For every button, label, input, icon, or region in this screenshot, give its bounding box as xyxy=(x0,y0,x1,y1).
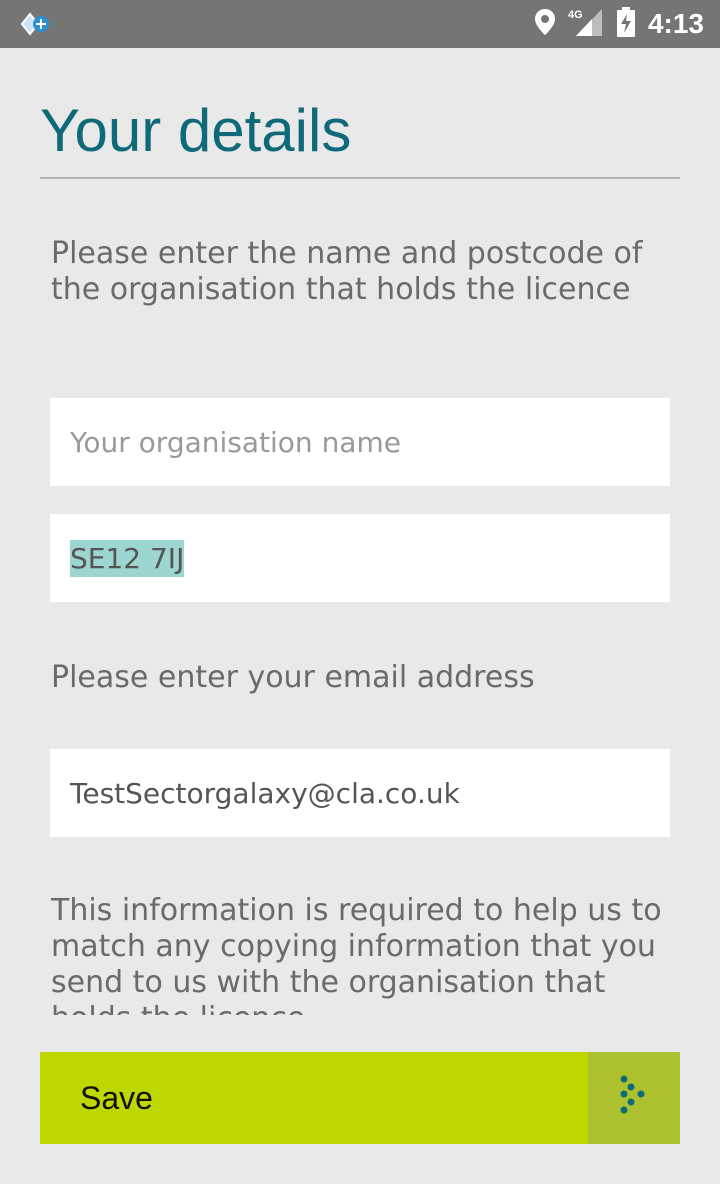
save-button[interactable]: Save xyxy=(40,1052,680,1144)
email-input[interactable]: TestSectorgalaxy@cla.co.uk xyxy=(50,749,670,837)
title-divider xyxy=(40,177,680,179)
app-icon xyxy=(16,10,56,38)
organisation-name-input[interactable] xyxy=(50,398,670,486)
page-title: Your details xyxy=(40,97,352,164)
postcode-selected-text: SE12 7IJ xyxy=(70,539,185,577)
email-instruction: Please enter your email address xyxy=(51,660,535,695)
info-text-container: This information is required to help us … xyxy=(51,893,671,1015)
dotted-arrow-icon xyxy=(616,1072,652,1124)
status-bar: 4G 4:13 xyxy=(0,0,720,48)
save-arrow-container[interactable] xyxy=(588,1052,680,1144)
save-label: Save xyxy=(80,1079,153,1116)
org-instruction: Please enter the name and postcode of th… xyxy=(51,236,643,307)
network-label: 4G xyxy=(568,9,583,21)
email-value: TestSectorgalaxy@cla.co.uk xyxy=(70,776,460,810)
clock: 4:13 xyxy=(647,8,704,39)
location-icon xyxy=(534,8,556,40)
info-text: This information is required to help us … xyxy=(51,893,662,1015)
signal-icon: 4G xyxy=(568,7,604,41)
postcode-input[interactable]: SE12 7IJ xyxy=(50,514,670,602)
battery-charging-icon xyxy=(616,7,636,41)
